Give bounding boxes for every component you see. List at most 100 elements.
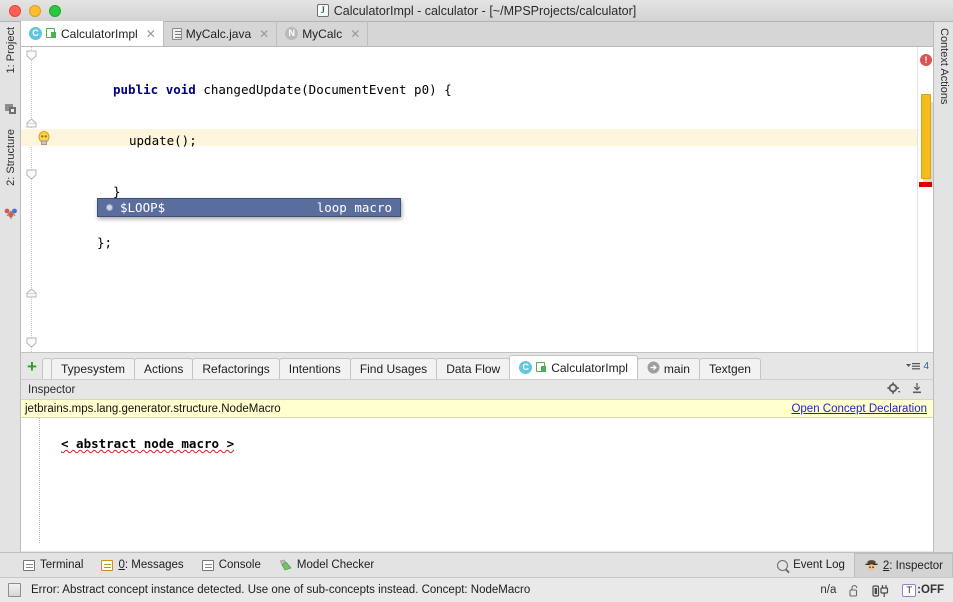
tab-textgen-label: Textgen xyxy=(709,362,751,376)
status-message: Error: Abstract concept instance detecte… xyxy=(31,584,530,596)
status-window-icon[interactable] xyxy=(8,583,21,597)
right-tool-strip: Context Actions xyxy=(933,22,953,562)
tab-typesystem[interactable]: Typesystem xyxy=(51,358,135,379)
tab-close-icon[interactable]: ✕ xyxy=(146,27,156,41)
power-plug-icon[interactable] xyxy=(872,584,889,597)
sidebar-item-structure-label: 2: Structure xyxy=(5,129,17,186)
tool-window-event-log-label: Event Log xyxy=(793,559,845,571)
editor-tab-bar: C CalculatorImpl ✕ MyCalc.java ✕ N MyCal… xyxy=(21,22,933,47)
fold-end-icon[interactable] xyxy=(25,287,38,300)
bottom-tool-window-bar-right: Event Log 2: Inspector xyxy=(768,553,953,577)
tab-mycalc[interactable]: N MyCalc ✕ xyxy=(277,21,368,46)
error-count-badge[interactable]: ! xyxy=(920,54,932,66)
fold-arrow-icon[interactable] xyxy=(25,336,38,349)
tab-data-flow[interactable]: Data Flow xyxy=(436,358,510,379)
tool-window-model-checker-label: Model Checker xyxy=(297,559,374,571)
text-mode-badge[interactable]: T xyxy=(902,584,916,597)
unlocked-icon[interactable] xyxy=(849,584,859,596)
tab-close-icon[interactable]: ✕ xyxy=(350,27,360,41)
tab-data-flow-label: Data Flow xyxy=(446,362,500,376)
sidebar-item-structure[interactable]: 2: Structure xyxy=(0,126,21,189)
completion-popup[interactable]: $LOOP$ loop macro xyxy=(97,198,401,217)
tab-mycalc-java[interactable]: MyCalc.java ✕ xyxy=(164,21,277,46)
left-tool-strip: 1: Project 2: Structure xyxy=(0,22,21,562)
completion-item-label[interactable]: $LOOP$ xyxy=(120,200,317,215)
tab-actions-label: Actions xyxy=(144,362,183,376)
bottom-tool-window-bar: Terminal 0: Messages Console Model Check… xyxy=(0,552,953,577)
completion-item-description: loop macro xyxy=(317,200,392,215)
tab-typesystem-label: Typesystem xyxy=(61,362,125,376)
text-mode-state: :OFF xyxy=(917,584,944,596)
inspector-gutter-line xyxy=(39,418,40,543)
green-node-icon xyxy=(536,362,547,373)
tool-window-messages[interactable]: 0: Messages xyxy=(92,553,192,577)
tab-mycalc-label: MyCalc xyxy=(302,27,342,41)
tab-bar-filler xyxy=(368,21,933,46)
inspector-title: Inspector xyxy=(28,384,75,396)
tool-window-terminal[interactable]: Terminal xyxy=(14,553,92,577)
tool-window-event-log[interactable]: Event Log xyxy=(768,553,854,577)
editor-marker-bar[interactable]: ! xyxy=(917,47,933,352)
green-node-icon xyxy=(46,28,57,39)
fold-arrow-icon[interactable] xyxy=(25,168,38,181)
open-concept-declaration-link[interactable]: Open Concept Declaration xyxy=(791,403,927,415)
arrow-right-circle-icon xyxy=(647,361,660,377)
tool-window-console-label: Console xyxy=(219,559,261,571)
tab-refactorings[interactable]: Refactorings xyxy=(192,358,279,379)
tool-window-model-checker[interactable]: Model Checker xyxy=(270,553,383,577)
tab-main-label: main xyxy=(664,362,690,376)
structure-nodes-icon xyxy=(4,207,18,224)
tab-close-icon[interactable]: ✕ xyxy=(259,27,269,41)
concept-c-icon: C xyxy=(29,27,42,40)
terminal-icon xyxy=(23,560,35,571)
aspect-tab-overflow[interactable]: 4 xyxy=(905,361,933,372)
inspector-node-text[interactable]: < abstract node macro > xyxy=(61,436,234,451)
tab-main[interactable]: main xyxy=(637,358,700,379)
model-checker-icon xyxy=(279,559,292,572)
tab-textgen[interactable]: Textgen xyxy=(699,358,761,379)
tab-intentions-label: Intentions xyxy=(289,362,341,376)
inspector-detective-icon xyxy=(864,559,878,572)
error-stripe-marker[interactable] xyxy=(919,182,932,187)
tab-actions[interactable]: Actions xyxy=(134,358,193,379)
add-aspect-tab-button[interactable]: + xyxy=(21,358,43,375)
editor-aspect-tab-bar: + Typesystem Actions Refactorings Intent… xyxy=(21,352,933,379)
tab-refactorings-label: Refactorings xyxy=(202,362,269,376)
tab-intentions[interactable]: Intentions xyxy=(279,358,351,379)
editor-gutter xyxy=(21,47,59,352)
gear-icon[interactable] xyxy=(887,382,901,398)
sidebar-item-project[interactable]: 1: Project xyxy=(0,24,21,76)
tool-window-inspector[interactable]: 2: Inspector xyxy=(854,553,953,577)
fold-arrow-icon[interactable] xyxy=(25,49,38,62)
editor-scrollbar-thumb[interactable] xyxy=(921,94,931,179)
tab-find-usages-label: Find Usages xyxy=(360,362,427,376)
sidebar-item-context-actions[interactable]: Context Actions xyxy=(938,28,950,104)
intention-bulb-icon[interactable] xyxy=(37,131,51,146)
tool-window-console[interactable]: Console xyxy=(193,553,270,577)
tab-find-usages[interactable]: Find Usages xyxy=(350,358,437,379)
tab-mycalc-java-label: MyCalc.java xyxy=(186,27,251,41)
completion-bullet-icon xyxy=(106,204,113,211)
tab-calculatorimpl[interactable]: C CalculatorImpl ✕ xyxy=(21,21,164,46)
window-title: J CalculatorImpl - calculator - [~/MPSPr… xyxy=(0,4,953,18)
java-file-icon: J xyxy=(317,4,329,17)
code-line: update(); xyxy=(59,132,917,149)
tab-calculatorimpl-aspect[interactable]: C CalculatorImpl xyxy=(509,355,638,379)
inspector-body[interactable]: < abstract node macro > xyxy=(21,418,933,551)
lines-dropdown-icon[interactable] xyxy=(905,361,921,372)
aspect-tab-count: 4 xyxy=(923,361,929,372)
status-bar: Error: Abstract concept instance detecte… xyxy=(0,577,953,602)
project-module-icon xyxy=(4,102,18,119)
console-icon xyxy=(202,560,214,571)
code-line: public void changedUpdate(DocumentEvent … xyxy=(59,81,917,98)
status-bar-right: n/a T :OFF xyxy=(820,584,944,597)
tab-calculatorimpl-label: CalculatorImpl xyxy=(61,27,138,41)
tool-window-inspector-label: 2: Inspector xyxy=(883,560,943,572)
collapse-down-icon[interactable] xyxy=(911,382,923,398)
concept-info-bar: jetbrains.mps.lang.generator.structure.N… xyxy=(21,399,933,418)
tool-window-messages-label: 0: Messages xyxy=(118,559,183,571)
sidebar-item-project-label: 1: Project xyxy=(5,27,17,73)
gutter-guide-line xyxy=(31,47,32,352)
code-editor[interactable]: public void changedUpdate(DocumentEvent … xyxy=(21,47,933,352)
inspector-header: Inspector xyxy=(21,379,933,399)
